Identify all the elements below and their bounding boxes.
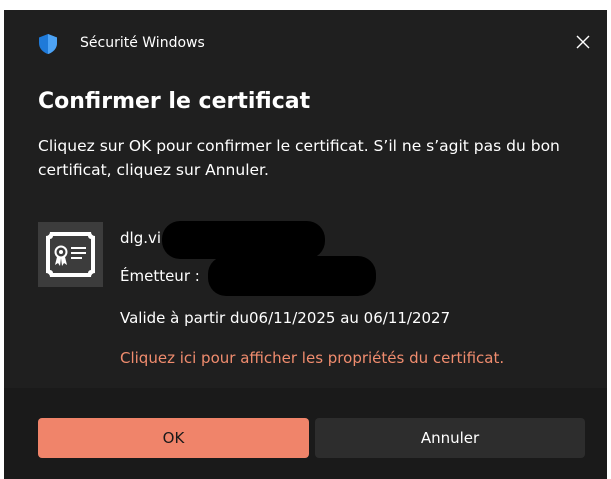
close-icon bbox=[576, 35, 590, 49]
dialog-heading: Confirmer le certificat bbox=[38, 89, 311, 114]
ok-button[interactable]: OK bbox=[38, 418, 309, 458]
certificate-dialog: Sécurité Windows Confirmer le certificat… bbox=[4, 10, 607, 479]
close-button[interactable] bbox=[561, 20, 607, 66]
certificate-name: dlg.vi bbox=[120, 229, 162, 247]
dialog-description: Cliquez sur OK pour confirmer le certifi… bbox=[38, 137, 560, 179]
certificate-validity: Valide à partir du06/11/2025 au 06/11/20… bbox=[120, 309, 451, 327]
app-title: Sécurité Windows bbox=[80, 35, 205, 51]
cancel-button[interactable]: Annuler bbox=[315, 418, 585, 458]
dialog-footer: OK Annuler bbox=[4, 388, 607, 479]
redaction-mark-name bbox=[162, 221, 325, 259]
title-bar: Sécurité Windows bbox=[4, 10, 607, 76]
windows-security-shield-icon bbox=[38, 33, 58, 55]
certificate-issuer-label: Émetteur : bbox=[120, 267, 200, 285]
certificate-icon bbox=[38, 222, 103, 287]
certificate-properties-link[interactable]: Cliquez ici pour afficher les propriétés… bbox=[120, 348, 504, 368]
redaction-mark-issuer bbox=[208, 256, 376, 296]
